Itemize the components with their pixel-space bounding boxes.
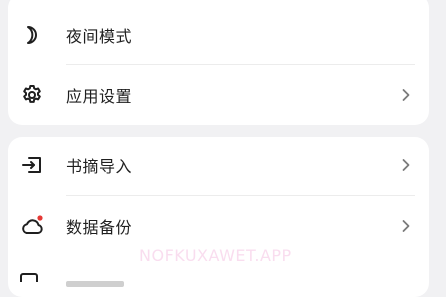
app-settings-row[interactable]: 应用设置: [8, 66, 429, 124]
divider: [66, 195, 415, 196]
chevron-right-icon: [399, 219, 413, 233]
settings-card-display: 夜间模式 应用设置: [8, 0, 429, 125]
data-backup-row[interactable]: 数据备份: [8, 197, 429, 255]
chevron-right-icon: [399, 88, 413, 102]
import-excerpts-row[interactable]: 书摘导入: [8, 136, 429, 194]
night-mode-label: 夜间模式: [66, 27, 133, 46]
app-settings-label: 应用设置: [66, 87, 133, 106]
notification-badge: [37, 215, 43, 221]
chevron-right-icon: [399, 158, 413, 172]
partial-row-label: [66, 272, 126, 287]
import-excerpts-label: 书摘导入: [66, 157, 133, 176]
cloud-icon: [20, 214, 44, 238]
moon-icon: [20, 23, 44, 47]
night-mode-row[interactable]: 夜间模式: [8, 6, 429, 64]
divider: [66, 64, 415, 65]
data-backup-label: 数据备份: [66, 218, 133, 237]
import-icon: [20, 153, 44, 177]
partial-row-icon: [20, 273, 38, 282]
gear-icon: [20, 83, 44, 107]
